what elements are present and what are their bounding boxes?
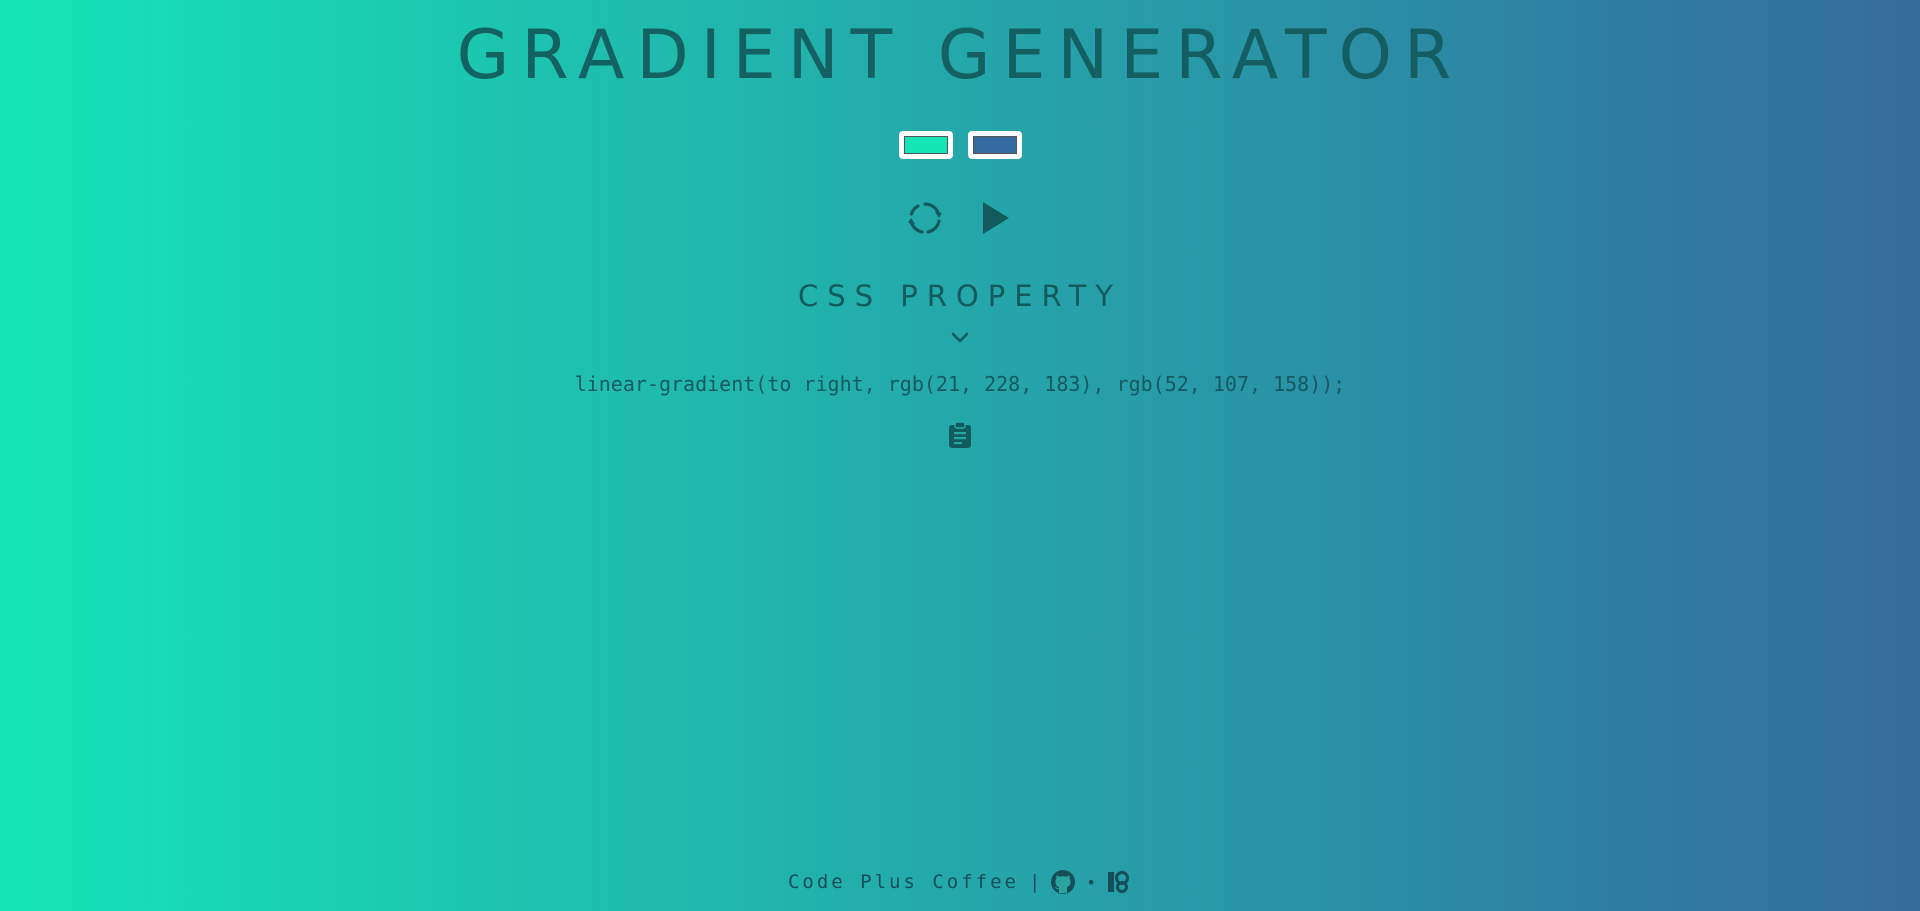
chevron-down-icon [951, 332, 969, 343]
css-property-title: CSS PROPERTY [797, 279, 1123, 313]
footer-separator: | [1028, 871, 1041, 893]
footer-dot: • [1086, 872, 1097, 892]
color-picker-one[interactable] [898, 131, 953, 159]
footer-brand[interactable]: Code Plus Coffee [788, 871, 1019, 893]
color-swatch-one [903, 136, 948, 154]
page-title: GRADIENT GENERATOR [456, 16, 1464, 95]
refresh-button[interactable] [905, 198, 945, 238]
css-code-output[interactable]: linear-gradient(to right, rgb(21, 228, 1… [0, 370, 1920, 398]
patreon-link[interactable] [1106, 869, 1132, 895]
color-picker-two[interactable] [967, 131, 1022, 159]
clipboard-icon [949, 421, 971, 448]
footer: Code Plus Coffee | • [0, 869, 1920, 895]
play-icon [983, 202, 1009, 234]
color-swatch-two [972, 136, 1017, 154]
css-toggle-button[interactable] [948, 326, 972, 350]
github-link[interactable] [1050, 869, 1076, 895]
play-button[interactable] [975, 198, 1015, 238]
copy-button[interactable] [946, 420, 974, 450]
patreon-icon [1108, 871, 1130, 893]
refresh-icon [908, 202, 942, 234]
controls [0, 198, 1920, 238]
github-icon [1051, 870, 1076, 894]
color-pickers [0, 131, 1920, 159]
